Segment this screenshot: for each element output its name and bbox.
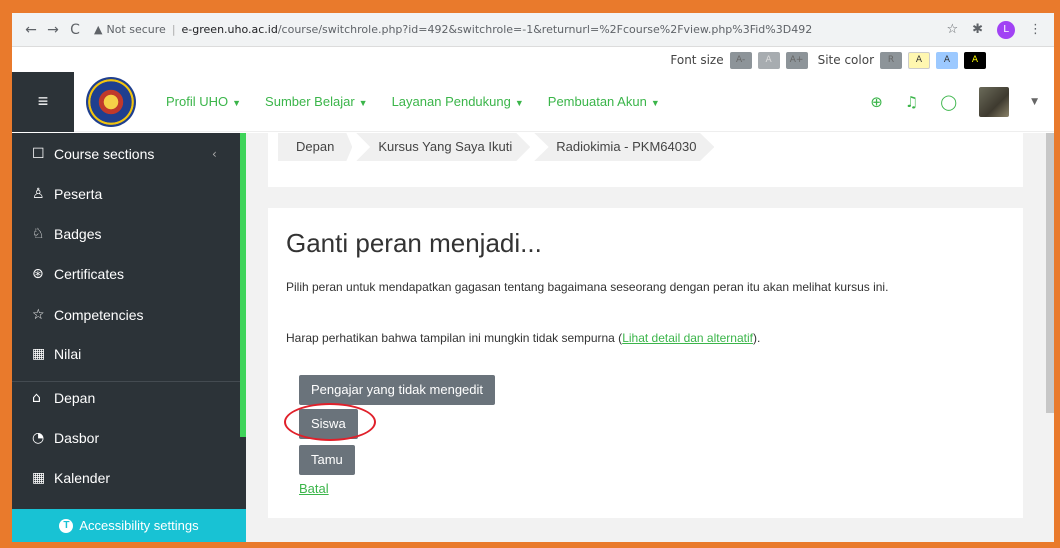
url-path: /course/switchrole.php?id=492&switchrole… — [277, 23, 813, 36]
home-icon: ⌂ — [32, 390, 41, 406]
sidebar-item-depan[interactable]: ⌂ Depan — [32, 390, 95, 406]
more-icon[interactable]: ⋮ — [1029, 22, 1042, 37]
menu-toggle-icon[interactable]: ≡ — [12, 71, 74, 132]
reload-icon[interactable]: C — [64, 22, 86, 38]
chat-icon[interactable]: ◯ — [940, 93, 957, 111]
color-blue-button[interactable]: A — [936, 51, 958, 69]
breadcrumb-card: Depan Kursus Yang Saya Ikuti Radiokimia … — [268, 133, 1023, 187]
sidebar-item-competencies[interactable]: ☆ Competencies — [32, 307, 144, 323]
navbar-actions: ⊕ ♫ ◯ ▼ — [870, 86, 1054, 117]
details-link[interactable]: Lihat detail dan alternatif — [622, 331, 753, 345]
sidebar-item-dasbor[interactable]: ◔ Dasbor — [32, 430, 99, 446]
user-avatar[interactable] — [979, 86, 1010, 117]
font-reset-button[interactable]: A — [757, 51, 780, 69]
menu-item-profil-uho[interactable]: Profil UHO ▼ — [166, 94, 241, 109]
color-yellow-button[interactable]: A — [908, 51, 930, 69]
star-icon[interactable]: ☆ — [946, 22, 958, 37]
page-title: Ganti peran menjadi... — [286, 228, 542, 258]
role-description: Pilih peran untuk mendapatkan gagasan te… — [286, 280, 889, 294]
collapse-chevron-icon[interactable]: ‹ — [212, 147, 217, 161]
role-note: Harap perhatikan bahwa tampilan ini mung… — [286, 331, 761, 345]
color-reset-button[interactable]: R — [880, 51, 902, 69]
font-increase-button[interactable]: A+ — [785, 51, 808, 69]
breadcrumb-item-kursus[interactable]: Kursus Yang Saya Ikuti — [356, 133, 531, 161]
table-icon: ▦ — [32, 346, 46, 362]
page-scrollbar[interactable] — [1046, 133, 1054, 413]
font-decrease-button[interactable]: A- — [729, 51, 752, 69]
sidebar-divider — [12, 381, 240, 382]
extensions-icon[interactable]: ✱ — [972, 22, 983, 37]
accessibility-bar: Font size A- A A+ Site color R A A A — [12, 48, 1054, 72]
sidebar-item-kalender[interactable]: ▦ Kalender — [32, 470, 110, 486]
star-icon: ☆ — [32, 307, 45, 323]
main-content: Depan Kursus Yang Saya Ikuti Radiokimia … — [246, 133, 1054, 542]
dashboard-icon: ◔ — [32, 430, 45, 446]
breadcrumb-item-depan[interactable]: Depan — [278, 133, 353, 161]
breadcrumb: Depan Kursus Yang Saya Ikuti Radiokimia … — [278, 133, 718, 161]
browser-window: ← → C ▲ Not secure | e-green.uho.ac.id /… — [12, 13, 1054, 542]
folder-icon: ☐ — [32, 146, 45, 162]
bell-icon[interactable]: ♫ — [905, 93, 918, 111]
caret-down-icon: ▼ — [650, 98, 660, 108]
browser-actions: ☆ ✱ L ⋮ — [946, 20, 1054, 39]
font-size-label: Font size — [670, 53, 724, 67]
university-logo[interactable] — [86, 76, 136, 127]
menu-item-sumber-belajar[interactable]: Sumber Belajar ▼ — [265, 94, 368, 109]
main-menu: Profil UHO ▼ Sumber Belajar ▼ Layanan Pend… — [166, 94, 660, 109]
caret-down-icon: ▼ — [514, 98, 524, 108]
sidebar-item-badges[interactable]: ♘ Badges — [32, 226, 101, 242]
profile-avatar[interactable]: L — [997, 20, 1015, 39]
caret-down-icon: ▼ — [358, 98, 368, 108]
accessibility-settings-button[interactable]: T Accessibility settings — [12, 509, 246, 542]
certificate-icon: ⊛ — [32, 266, 44, 282]
menu-item-layanan-pendukung[interactable]: Layanan Pendukung ▼ — [392, 94, 524, 109]
url-host: e-green.uho.ac.id — [181, 23, 278, 36]
role-button-tamu[interactable]: Tamu — [299, 445, 355, 475]
accessibility-icon: T — [59, 518, 74, 533]
back-icon[interactable]: ← — [20, 22, 42, 38]
highlight-circle — [284, 403, 376, 441]
site-navbar: ≡ Profil UHO ▼ Sumber Belajar ▼ Layanan Pe… — [12, 71, 1054, 132]
url-separator: | — [171, 23, 176, 36]
menu-item-pembuatan-akun[interactable]: Pembuatan Akun ▼ — [548, 94, 660, 109]
sidebar-item-nilai[interactable]: ▦ Nilai — [32, 346, 81, 362]
user-menu-caret-icon[interactable]: ▼ — [1031, 97, 1038, 107]
warning-icon: ▲ — [94, 23, 103, 36]
sidebar-item-peserta[interactable]: ♙ Peserta — [32, 186, 102, 202]
browser-toolbar: ← → C ▲ Not secure | e-green.uho.ac.id /… — [12, 13, 1054, 47]
sidebar-item-course-sections[interactable]: ☐ Course sections — [32, 146, 154, 162]
forward-icon[interactable]: → — [42, 22, 64, 38]
users-icon: ♙ — [32, 186, 45, 202]
badge-icon: ♘ — [32, 226, 45, 242]
site-color-label: Site color — [817, 53, 874, 67]
switch-role-card: Ganti peran menjadi... Pilih peran untuk… — [268, 208, 1023, 518]
address-bar[interactable]: ▲ Not secure | e-green.uho.ac.id /course… — [94, 18, 946, 42]
security-label: Not secure — [106, 23, 166, 36]
sidebar-item-certificates[interactable]: ⊛ Certificates — [32, 266, 124, 282]
calendar-icon: ▦ — [32, 470, 46, 486]
course-sidebar: ☐ Course sections ‹ ♙ Peserta ♘ Badges ⊛… — [12, 133, 246, 542]
cancel-link[interactable]: Batal — [299, 481, 329, 496]
role-button-non-editing-teacher[interactable]: Pengajar yang tidak mengedit — [299, 375, 496, 405]
caret-down-icon: ▼ — [232, 98, 242, 108]
globe-icon[interactable]: ⊕ — [870, 93, 883, 111]
color-black-button[interactable]: A — [964, 51, 986, 69]
breadcrumb-item-course[interactable]: Radiokimia - PKM64030 — [534, 133, 715, 161]
